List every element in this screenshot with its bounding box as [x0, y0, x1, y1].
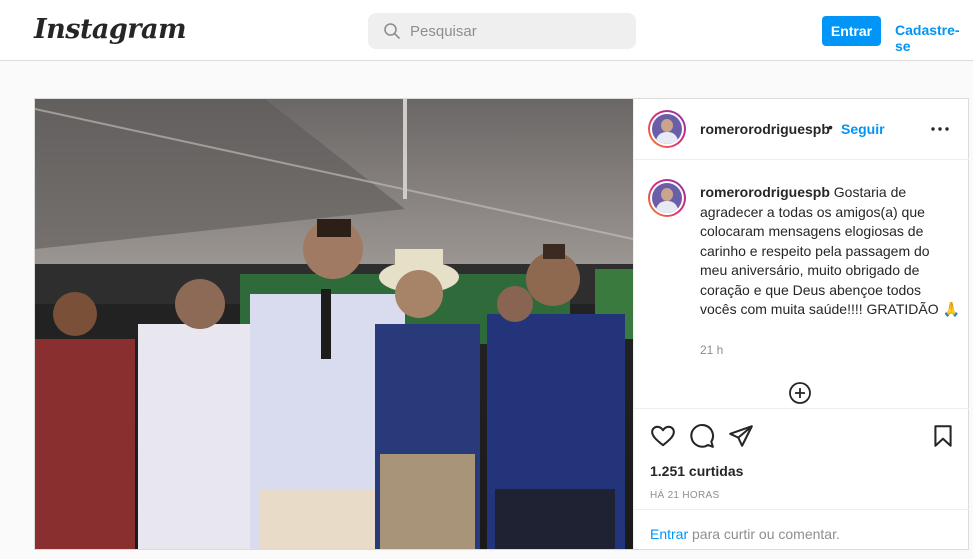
- avatar[interactable]: [648, 110, 686, 148]
- login-prompt: Entrar para curtir ou comentar.: [650, 526, 840, 542]
- bookmark-icon[interactable]: [930, 423, 956, 449]
- caption-avatar-image: [652, 183, 682, 213]
- search-icon: [384, 23, 400, 39]
- instagram-logo[interactable]: Instagram: [34, 14, 187, 45]
- caption-avatar[interactable]: [648, 179, 686, 217]
- login-button[interactable]: Entrar: [822, 16, 881, 46]
- post-card: romerorodriguespb • Seguir romerorodrigu…: [34, 98, 969, 550]
- caption-section: romerorodriguespb Gostaria de agradecer …: [634, 161, 969, 409]
- post-sidebar: romerorodriguespb • Seguir romerorodrigu…: [633, 99, 969, 549]
- caption-username[interactable]: romerorodriguespb: [700, 184, 830, 200]
- add-circle-icon[interactable]: [788, 381, 812, 405]
- post-photo-image: [35, 99, 633, 549]
- post-timestamp[interactable]: HÁ 21 HORAS: [650, 490, 719, 501]
- caption-timestamp[interactable]: 21 h: [700, 343, 723, 357]
- login-link[interactable]: Entrar: [650, 526, 688, 542]
- signup-link[interactable]: Cadastre-se: [895, 22, 973, 54]
- caption-text: Gostaria de agradecer a todas os amigos(…: [700, 184, 960, 317]
- post-caption: romerorodriguespb Gostaria de agradecer …: [700, 183, 960, 320]
- likes-count[interactable]: 1.251 curtidas: [650, 463, 743, 479]
- top-navigation-bar: Instagram Entrar Cadastre-se: [0, 0, 973, 61]
- post-actions: [634, 409, 969, 459]
- avatar-image: [652, 114, 682, 144]
- post-photo[interactable]: [35, 99, 633, 549]
- paper-plane-icon[interactable]: [728, 423, 754, 449]
- login-prompt-text: para curtir ou comentar.: [688, 526, 840, 542]
- post-username[interactable]: romerorodriguespb: [700, 121, 830, 137]
- heart-icon[interactable]: [650, 423, 676, 449]
- search-input[interactable]: [410, 13, 620, 49]
- separator-dot: •: [828, 119, 833, 135]
- comment-icon[interactable]: [689, 423, 715, 449]
- search-box[interactable]: [368, 13, 636, 49]
- comment-footer: Entrar para curtir ou comentar.: [634, 509, 969, 549]
- post-header: romerorodriguespb • Seguir: [634, 99, 969, 160]
- follow-button[interactable]: Seguir: [841, 121, 885, 137]
- more-options-icon[interactable]: [930, 121, 950, 137]
